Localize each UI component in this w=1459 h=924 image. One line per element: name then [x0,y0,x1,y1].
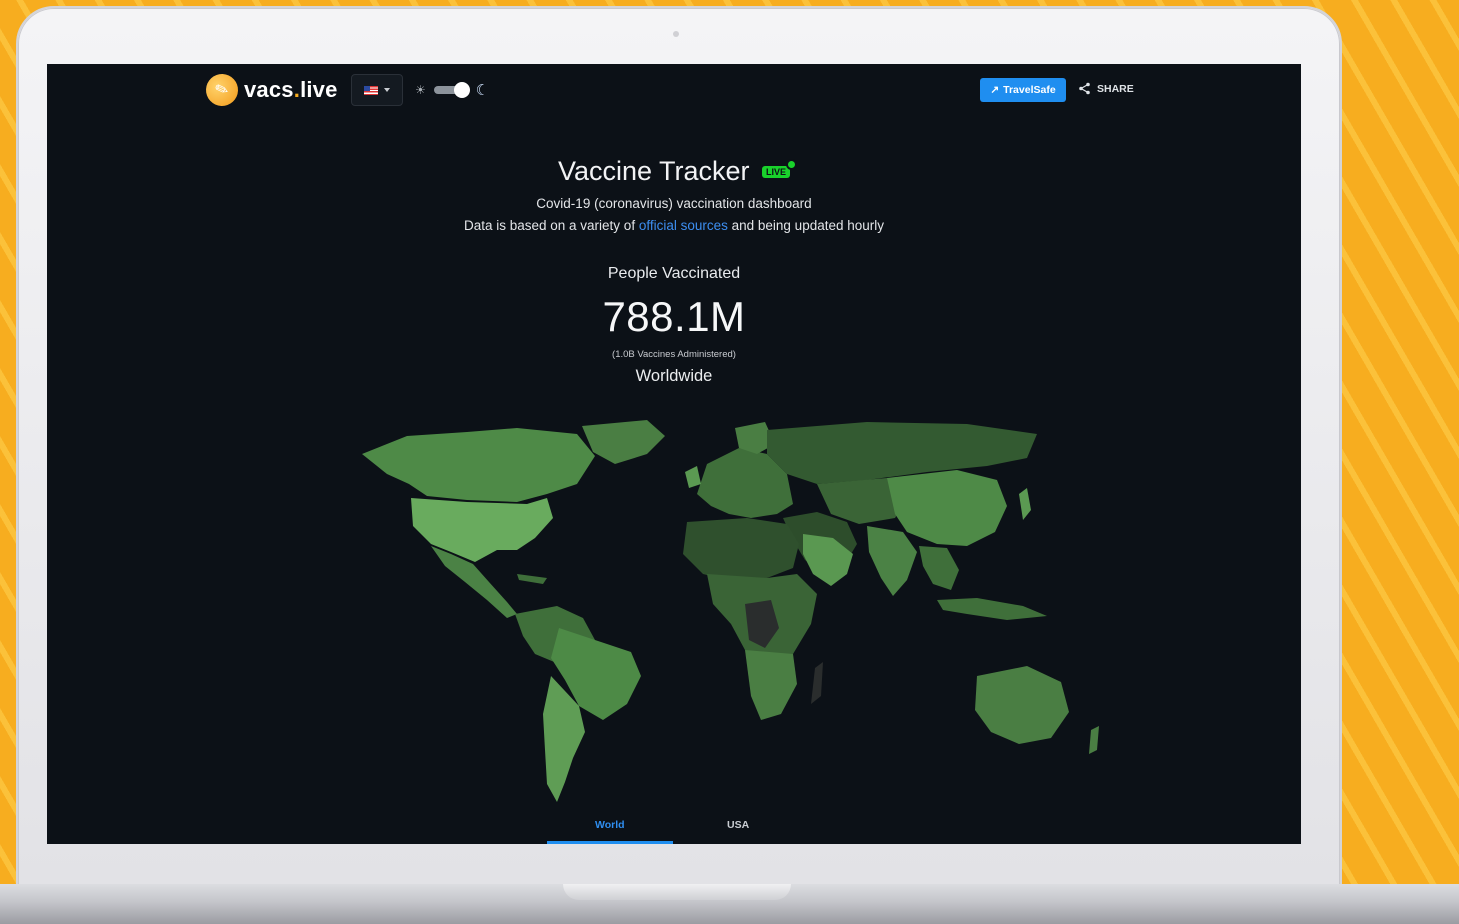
map-region-indonesia[interactable] [937,598,1047,620]
live-badge: LIVE [762,158,798,178]
data-source-note: Data is based on a variety of official s… [463,218,885,233]
syringe-icon: ✎ [201,69,243,111]
travelsafe-button[interactable]: ↗ TravelSafe [980,78,1066,102]
caret-down-icon [384,88,390,92]
stat-value: 788.1M [602,293,746,340]
map-region-caribbean[interactable] [517,574,547,584]
map-region-southern-africa[interactable] [745,650,797,720]
theme-switch-knob [453,82,470,98]
share-label: SHARE [1097,82,1134,95]
theme-toggle[interactable]: ☀ ☾ [415,81,489,99]
stat-label: People Vaccinated [607,265,741,282]
logo-text: vacs.live [244,77,338,102]
stat-subtext: (1.0B Vaccines Administered) [612,349,736,360]
live-dot-icon [786,158,798,170]
official-sources-link[interactable]: official sources [639,218,728,233]
map-region-australia[interactable] [975,666,1069,744]
country-select[interactable] [351,74,403,106]
region-label: Worldwide [635,367,713,385]
travelsafe-label: TravelSafe [1003,84,1056,96]
map-region-africa-north[interactable] [683,518,799,582]
map-region-canada[interactable] [362,428,595,502]
map-region-usa[interactable] [411,498,553,562]
moon-icon: ☾ [475,82,490,99]
map-region-russia[interactable] [767,422,1037,484]
laptop-base-notch [563,884,791,900]
share-button[interactable]: SHARE [1078,82,1134,95]
logo[interactable]: ✎ vacs.live [201,69,338,111]
app-screen: ✎ vacs.live ☀ ☾ ↗ TravelSafe SHARE Vacci… [47,64,1301,844]
world-map[interactable] [347,414,1107,809]
page-title-row: Vaccine Tracker LIVE [47,156,1301,187]
tab-usa[interactable]: USA [727,819,749,831]
active-tab-indicator [547,841,673,844]
map-region-japan[interactable] [1019,488,1031,520]
page-title: Vaccine Tracker [557,156,750,186]
map-region-uk[interactable] [685,466,701,488]
us-flag-icon [364,85,378,95]
map-region-india[interactable] [867,526,917,596]
page-subtitle: Covid-19 (coronavirus) vaccination dashb… [536,196,812,211]
map-region-madagascar[interactable] [811,662,823,704]
laptop-camera [673,31,679,37]
map-region-southeast-asia[interactable] [919,546,959,590]
theme-switch[interactable] [433,82,470,98]
map-region-new-zealand[interactable] [1089,726,1099,754]
sun-icon: ☀ [415,83,426,97]
map-region-china[interactable] [887,470,1007,546]
tab-world[interactable]: World [595,819,625,831]
share-icon [1079,82,1090,95]
syringe-small-icon: ↗ [990,84,1000,96]
map-region-greenland[interactable] [582,420,665,464]
